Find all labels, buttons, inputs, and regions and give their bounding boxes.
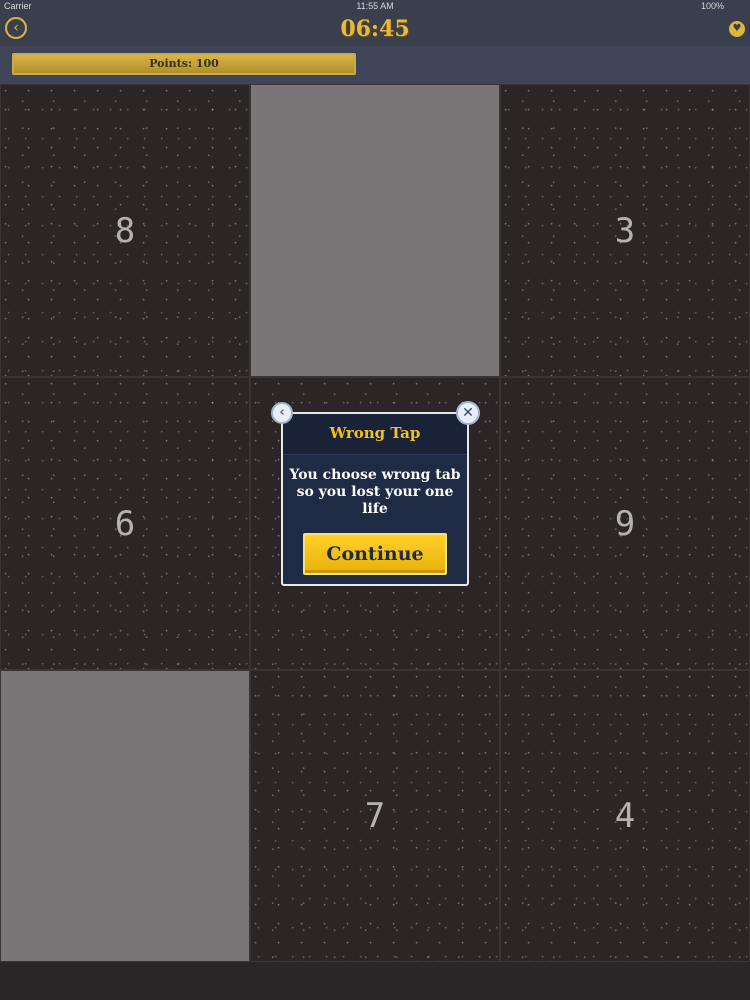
dialog-message: You choose wrong tab so you lost your on…	[289, 467, 461, 517]
cell-number: 4	[614, 796, 636, 836]
status-time: 11:55 AM	[356, 1, 394, 11]
battery-label: 100%	[700, 1, 724, 11]
grid-cell[interactable]: 3	[500, 84, 750, 377]
dialog-title: Wrong Tap	[329, 424, 421, 442]
wrong-tap-dialog: Wrong Tap You choose wrong tab so you lo…	[281, 412, 469, 586]
cell-number: 3	[614, 210, 636, 251]
cell-number: 7	[364, 796, 386, 836]
grid-cell[interactable]: 6	[0, 377, 250, 670]
grid-cell[interactable]: 8	[0, 84, 250, 377]
points-bar: Points: 100	[12, 53, 356, 75]
bottom-strip	[0, 962, 750, 1000]
grid-cell[interactable]	[250, 84, 500, 377]
grid-cell[interactable]: 7	[250, 670, 500, 962]
grid-cell[interactable]: 9	[500, 377, 750, 670]
points-row: Points: 100	[0, 46, 750, 84]
grid-cell[interactable]	[0, 670, 250, 962]
cell-number: 9	[614, 503, 636, 544]
cell-number: 6	[114, 503, 136, 544]
grid-cell[interactable]: 4	[500, 670, 750, 962]
countdown-timer: 06:45	[340, 16, 410, 42]
dialog-back-icon[interactable]: ‹	[271, 402, 293, 424]
dialog-header: Wrong Tap	[283, 414, 467, 455]
cell-number: 8	[114, 210, 136, 251]
status-bar: Carrier 11:55 AM 100%	[0, 0, 750, 14]
close-icon[interactable]: ✕	[456, 401, 480, 425]
continue-button[interactable]: Continue	[303, 533, 447, 575]
game-header: ‹ 06:45 ♥	[0, 14, 750, 46]
heart-icon[interactable]: ♥	[729, 21, 745, 37]
